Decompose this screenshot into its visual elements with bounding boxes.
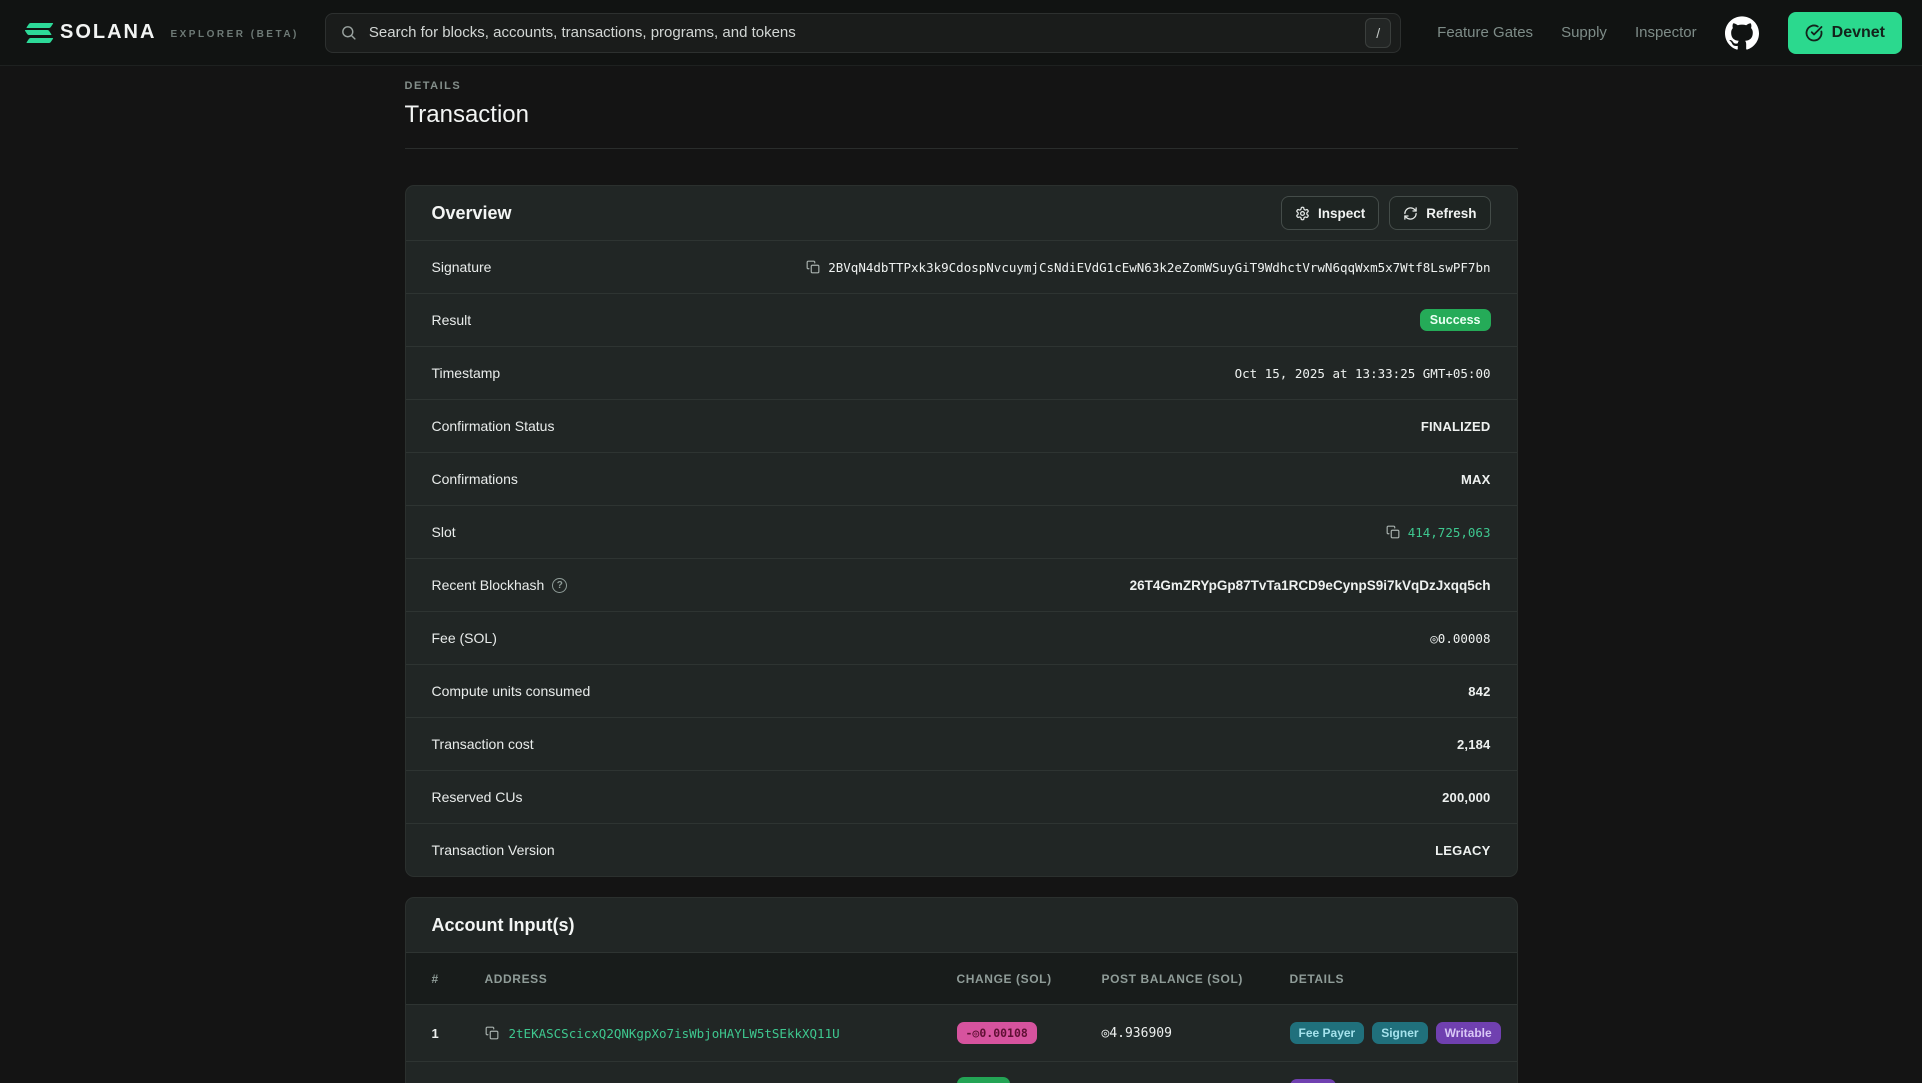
row-compute-units-label: Compute units consumed bbox=[432, 683, 591, 699]
col-address: ADDRESS bbox=[485, 972, 957, 986]
refresh-button-label: Refresh bbox=[1426, 206, 1476, 221]
search-input[interactable]: Search for blocks, accounts, transaction… bbox=[325, 13, 1401, 53]
change-badge bbox=[957, 1077, 1010, 1083]
page-title: Transaction bbox=[405, 100, 1518, 130]
row-slot-label: Slot bbox=[432, 524, 456, 540]
compute-units-value: 842 bbox=[1468, 684, 1490, 699]
cluster-button-label: Devnet bbox=[1832, 24, 1885, 42]
copy-icon[interactable] bbox=[485, 1026, 499, 1040]
table-row: 1 2tEKASCScicxQ2QNKgpXo7isWbjoHAYLW5tSEk… bbox=[406, 1004, 1517, 1061]
account-inputs-title: Account Input(s) bbox=[432, 915, 575, 936]
nav-link-inspector[interactable]: Inspector bbox=[1635, 24, 1697, 41]
transaction-version-value: LEGACY bbox=[1435, 843, 1490, 858]
breadcrumb-eyebrow: DETAILS bbox=[405, 80, 1518, 92]
col-details: DETAILS bbox=[1290, 972, 1517, 986]
col-post-balance: POST BALANCE (SOL) bbox=[1102, 972, 1290, 986]
signer-badge: Signer bbox=[1372, 1022, 1427, 1044]
fee-value: ◎0.00008 bbox=[1430, 631, 1490, 646]
row-confirmation-status: Confirmation Status FINALIZED bbox=[406, 399, 1517, 452]
row-result-label: Result bbox=[432, 312, 472, 328]
status-badge: Success bbox=[1420, 309, 1491, 331]
row-confirmation-status-label: Confirmation Status bbox=[432, 418, 555, 434]
signature-value: 2BVqN4dbTTPxk3k9CdospNvcuymjCsNdiEVdG1cE… bbox=[828, 260, 1490, 275]
slot-link[interactable]: 414,725,063 bbox=[1408, 525, 1491, 540]
row-timestamp-label: Timestamp bbox=[432, 365, 501, 381]
navbar: SOLANA EXPLORER (BETA) Search for blocks… bbox=[0, 0, 1922, 66]
account-table-header: # ADDRESS CHANGE (SOL) POST BALANCE (SOL… bbox=[406, 952, 1517, 1004]
nav-link-supply[interactable]: Supply bbox=[1561, 24, 1607, 41]
brand-link[interactable]: SOLANA EXPLORER (BETA) bbox=[26, 21, 299, 44]
inspect-button-label: Inspect bbox=[1318, 206, 1365, 221]
search-shortcut-key: / bbox=[1365, 18, 1391, 48]
row-index: 1 bbox=[432, 1026, 485, 1041]
row-transaction-cost: Transaction cost 2,184 bbox=[406, 717, 1517, 770]
copy-icon[interactable] bbox=[1386, 525, 1400, 539]
row-result: Result Success bbox=[406, 293, 1517, 346]
row-transaction-version: Transaction Version LEGACY bbox=[406, 823, 1517, 876]
col-index: # bbox=[432, 972, 485, 986]
row-recent-blockhash: Recent Blockhash 26T4GmZRYpGp87TvTa1RCD9… bbox=[406, 558, 1517, 611]
overview-title: Overview bbox=[432, 203, 512, 224]
transaction-cost-value: 2,184 bbox=[1457, 737, 1491, 752]
brand-suffix: EXPLORER (BETA) bbox=[170, 29, 298, 40]
row-reserved-cus: Reserved CUs 200,000 bbox=[406, 770, 1517, 823]
post-balance-value: ◎4.936909 bbox=[1102, 1026, 1290, 1041]
nav-links: Feature Gates Supply Inspector Devnet bbox=[1437, 12, 1902, 54]
copy-icon[interactable] bbox=[806, 260, 820, 274]
row-transaction-version-label: Transaction Version bbox=[432, 842, 555, 858]
row-fee-label: Fee (SOL) bbox=[432, 630, 497, 646]
search-icon bbox=[340, 24, 357, 41]
table-row: 2 bbox=[406, 1061, 1517, 1083]
row-confirmations-label: Confirmations bbox=[432, 471, 518, 487]
cluster-button[interactable]: Devnet bbox=[1788, 12, 1902, 54]
nav-link-feature-gates[interactable]: Feature Gates bbox=[1437, 24, 1533, 41]
account-inputs-card: Account Input(s) # ADDRESS CHANGE (SOL) … bbox=[405, 897, 1518, 1083]
divider bbox=[405, 148, 1518, 149]
row-recent-blockhash-label: Recent Blockhash bbox=[432, 577, 545, 593]
blockhash-value: 26T4GmZRYpGp87TvTa1RCD9eCynpS9i7kVqDzJxq… bbox=[1130, 578, 1491, 593]
row-confirmations: Confirmations MAX bbox=[406, 452, 1517, 505]
refresh-button[interactable]: Refresh bbox=[1389, 196, 1490, 230]
github-icon[interactable] bbox=[1725, 15, 1760, 50]
check-circle-icon bbox=[1805, 24, 1823, 42]
confirmations-value: MAX bbox=[1461, 472, 1491, 487]
row-signature-label: Signature bbox=[432, 259, 492, 275]
confirmation-status-value: FINALIZED bbox=[1421, 419, 1491, 434]
row-signature: Signature 2BVqN4dbTTPxk3k9CdospNvcuymjCs… bbox=[406, 240, 1517, 293]
row-transaction-cost-label: Transaction cost bbox=[432, 736, 534, 752]
writable-badge: Writable bbox=[1436, 1022, 1501, 1044]
help-icon[interactable] bbox=[552, 578, 567, 593]
timestamp-value: Oct 15, 2025 at 13:33:25 GMT+05:00 bbox=[1235, 366, 1491, 381]
account-address-link[interactable]: 2tEKASCScicxQ2QNKgpXo7isWbjoHAYLW5tSEkkX… bbox=[509, 1026, 840, 1041]
fee-payer-badge: Fee Payer bbox=[1290, 1022, 1365, 1044]
row-reserved-cus-label: Reserved CUs bbox=[432, 789, 523, 805]
change-badge: -◎0.00108 bbox=[957, 1022, 1037, 1044]
overview-card: Overview Inspect Refresh Signature 2BVqN… bbox=[405, 185, 1518, 877]
writable-badge bbox=[1290, 1079, 1336, 1083]
reserved-cus-value: 200,000 bbox=[1442, 790, 1490, 805]
inspect-button[interactable]: Inspect bbox=[1281, 196, 1379, 230]
col-change: CHANGE (SOL) bbox=[957, 972, 1102, 986]
refresh-icon bbox=[1403, 206, 1418, 221]
row-timestamp: Timestamp Oct 15, 2025 at 13:33:25 GMT+0… bbox=[406, 346, 1517, 399]
row-slot: Slot 414,725,063 bbox=[406, 505, 1517, 558]
brand-wordmark: SOLANA bbox=[60, 21, 156, 44]
row-compute-units: Compute units consumed 842 bbox=[406, 664, 1517, 717]
gear-icon bbox=[1295, 206, 1310, 221]
solana-logo-icon bbox=[26, 23, 50, 43]
search-placeholder: Search for blocks, accounts, transaction… bbox=[369, 24, 796, 41]
row-fee: Fee (SOL) ◎0.00008 bbox=[406, 611, 1517, 664]
